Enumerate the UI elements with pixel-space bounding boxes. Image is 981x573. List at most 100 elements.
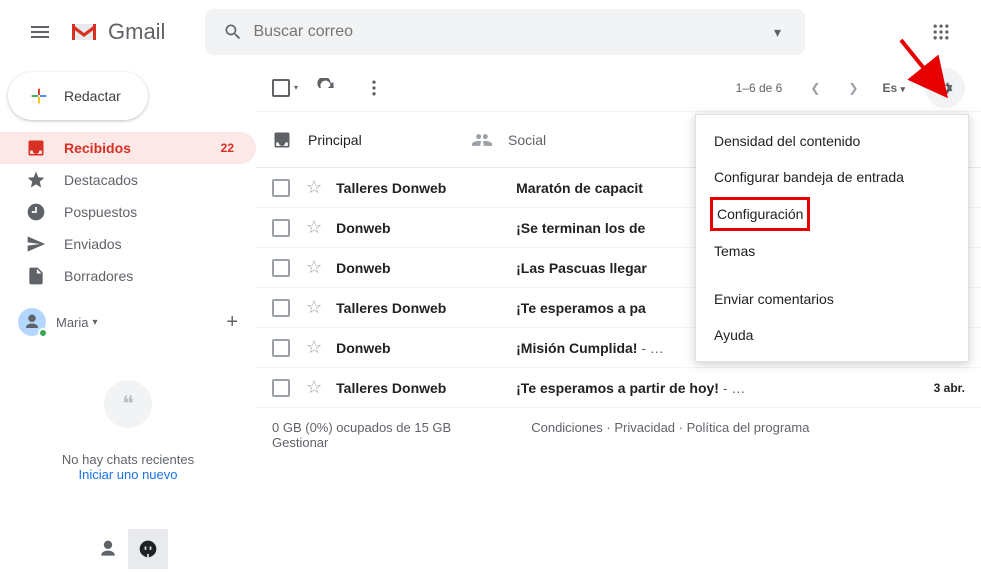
apps-button[interactable] (917, 8, 965, 56)
contacts-tab[interactable] (88, 529, 128, 569)
gmail-text: Gmail (108, 19, 165, 45)
gmail-logo: Gmail (68, 19, 165, 45)
menu-themes[interactable]: Temas (696, 233, 968, 269)
star-button[interactable]: ☆ (306, 297, 322, 318)
select-all-checkbox[interactable]: ▾ (272, 79, 298, 97)
sidebar-item-label: Enviados (64, 236, 122, 252)
row-checkbox[interactable] (272, 339, 290, 357)
send-icon (26, 234, 46, 254)
main: ▾ 1–6 de 6 ❮ ❯ Es ▾ Principal (256, 64, 981, 573)
tab-social[interactable]: Social (456, 112, 656, 167)
hangouts-icon: ❝ (104, 380, 152, 428)
no-chats-text: No hay chats recientes (0, 452, 256, 467)
plus-icon (28, 85, 50, 107)
sender: Donweb (336, 220, 516, 236)
inbox-icon (272, 130, 292, 150)
star-button[interactable]: ☆ (306, 217, 322, 238)
sidebar-item-label: Recibidos (64, 140, 131, 156)
menu-configure-inbox[interactable]: Configurar bandeja de entrada (696, 159, 968, 195)
hangouts-tab[interactable] (128, 529, 168, 569)
draft-icon (26, 266, 46, 286)
search-bar[interactable]: ▾ (205, 9, 805, 55)
sidebar-item-label: Destacados (64, 172, 138, 188)
hangouts-panel: ❝ No hay chats recientes Iniciar uno nue… (0, 380, 256, 482)
tab-label: Principal (308, 132, 362, 148)
star-button[interactable]: ☆ (306, 377, 322, 398)
star-button[interactable]: ☆ (306, 177, 322, 198)
avatar (18, 308, 46, 336)
subject: ¡Te esperamos a partir de hoy! - … (516, 380, 922, 396)
menu-settings[interactable]: Configuración (710, 197, 810, 231)
menu-density[interactable]: Densidad del contenido (696, 123, 968, 159)
sidebar-footer (0, 529, 256, 573)
row-checkbox[interactable] (272, 179, 290, 197)
search-icon (213, 12, 253, 52)
manage-storage-link[interactable]: Gestionar (272, 435, 328, 450)
storage-info: 0 GB (0%) ocupados de 15 GB Gestionar (272, 420, 451, 450)
sidebar-item-starred[interactable]: Destacados (0, 164, 256, 196)
page-range: 1–6 de 6 (736, 81, 783, 95)
footer: 0 GB (0%) ocupados de 15 GB Gestionar Co… (256, 408, 981, 462)
sender: Donweb (336, 340, 516, 356)
compose-button[interactable]: Redactar (8, 72, 148, 120)
sender: Donweb (336, 260, 516, 276)
menu-feedback[interactable]: Enviar comentarios (696, 281, 968, 317)
compose-label: Redactar (64, 88, 121, 104)
hamburger-icon (28, 20, 52, 44)
privacy-link[interactable]: Privacidad (614, 420, 675, 435)
add-contact-button[interactable]: + (226, 311, 238, 334)
policy-link[interactable]: Política del programa (687, 420, 810, 435)
more-button[interactable] (354, 68, 394, 108)
people-icon (472, 130, 492, 150)
sidebar-item-sent[interactable]: Enviados (0, 228, 256, 260)
sidebar-item-label: Borradores (64, 268, 133, 284)
search-options-caret[interactable]: ▾ (757, 24, 797, 41)
sidebar-item-label: Pospuestos (64, 204, 137, 220)
row-checkbox[interactable] (272, 379, 290, 397)
next-page-button[interactable]: ❯ (836, 73, 870, 103)
more-icon (364, 78, 384, 98)
sidebar: Redactar Recibidos 22 Destacados Pospues… (0, 64, 256, 573)
gear-icon (935, 78, 955, 98)
menu-button[interactable] (16, 8, 64, 56)
email-row[interactable]: ☆ Talleres Donweb ¡Te esperamos a partir… (256, 368, 981, 408)
star-button[interactable]: ☆ (306, 337, 322, 358)
sidebar-item-drafts[interactable]: Borradores (0, 260, 256, 292)
sidebar-item-inbox[interactable]: Recibidos 22 (0, 132, 256, 164)
sender: Talleres Donweb (336, 380, 516, 396)
start-chat-link[interactable]: Iniciar uno nuevo (0, 467, 256, 482)
star-icon (26, 170, 46, 190)
sender: Talleres Donweb (336, 180, 516, 196)
sender: Talleres Donweb (336, 300, 516, 316)
sidebar-item-snoozed[interactable]: Pospuestos (0, 196, 256, 228)
header: Gmail ▾ (0, 0, 981, 64)
inbox-count: 22 (221, 141, 244, 155)
settings-button[interactable] (925, 68, 965, 108)
toolbar: ▾ 1–6 de 6 ❮ ❯ Es ▾ (256, 64, 981, 112)
terms-link[interactable]: Condiciones (531, 420, 603, 435)
row-checkbox[interactable] (272, 299, 290, 317)
settings-menu: Densidad del contenido Configurar bandej… (695, 114, 969, 362)
tab-label: Social (508, 132, 546, 148)
star-button[interactable]: ☆ (306, 257, 322, 278)
clock-icon (26, 202, 46, 222)
chevron-down-icon: ▾ (93, 317, 98, 328)
input-lang-button[interactable]: Es ▾ (882, 81, 905, 95)
search-input[interactable] (253, 23, 757, 41)
gmail-icon (68, 20, 100, 44)
date: 3 abr. (934, 381, 965, 395)
menu-help[interactable]: Ayuda (696, 317, 968, 353)
apps-icon (931, 22, 951, 42)
inbox-icon (26, 138, 46, 158)
row-checkbox[interactable] (272, 219, 290, 237)
refresh-icon (316, 78, 336, 98)
tab-primary[interactable]: Principal (256, 112, 456, 167)
prev-page-button[interactable]: ❮ (798, 73, 832, 103)
user-name: Maria (56, 315, 89, 330)
row-checkbox[interactable] (272, 259, 290, 277)
user-row[interactable]: Maria ▾ + (0, 304, 256, 340)
nav: Recibidos 22 Destacados Pospuestos Envia… (0, 132, 256, 292)
refresh-button[interactable] (306, 68, 346, 108)
presence-dot (38, 328, 48, 338)
footer-links: Condiciones · Privacidad · Política del … (531, 420, 809, 450)
